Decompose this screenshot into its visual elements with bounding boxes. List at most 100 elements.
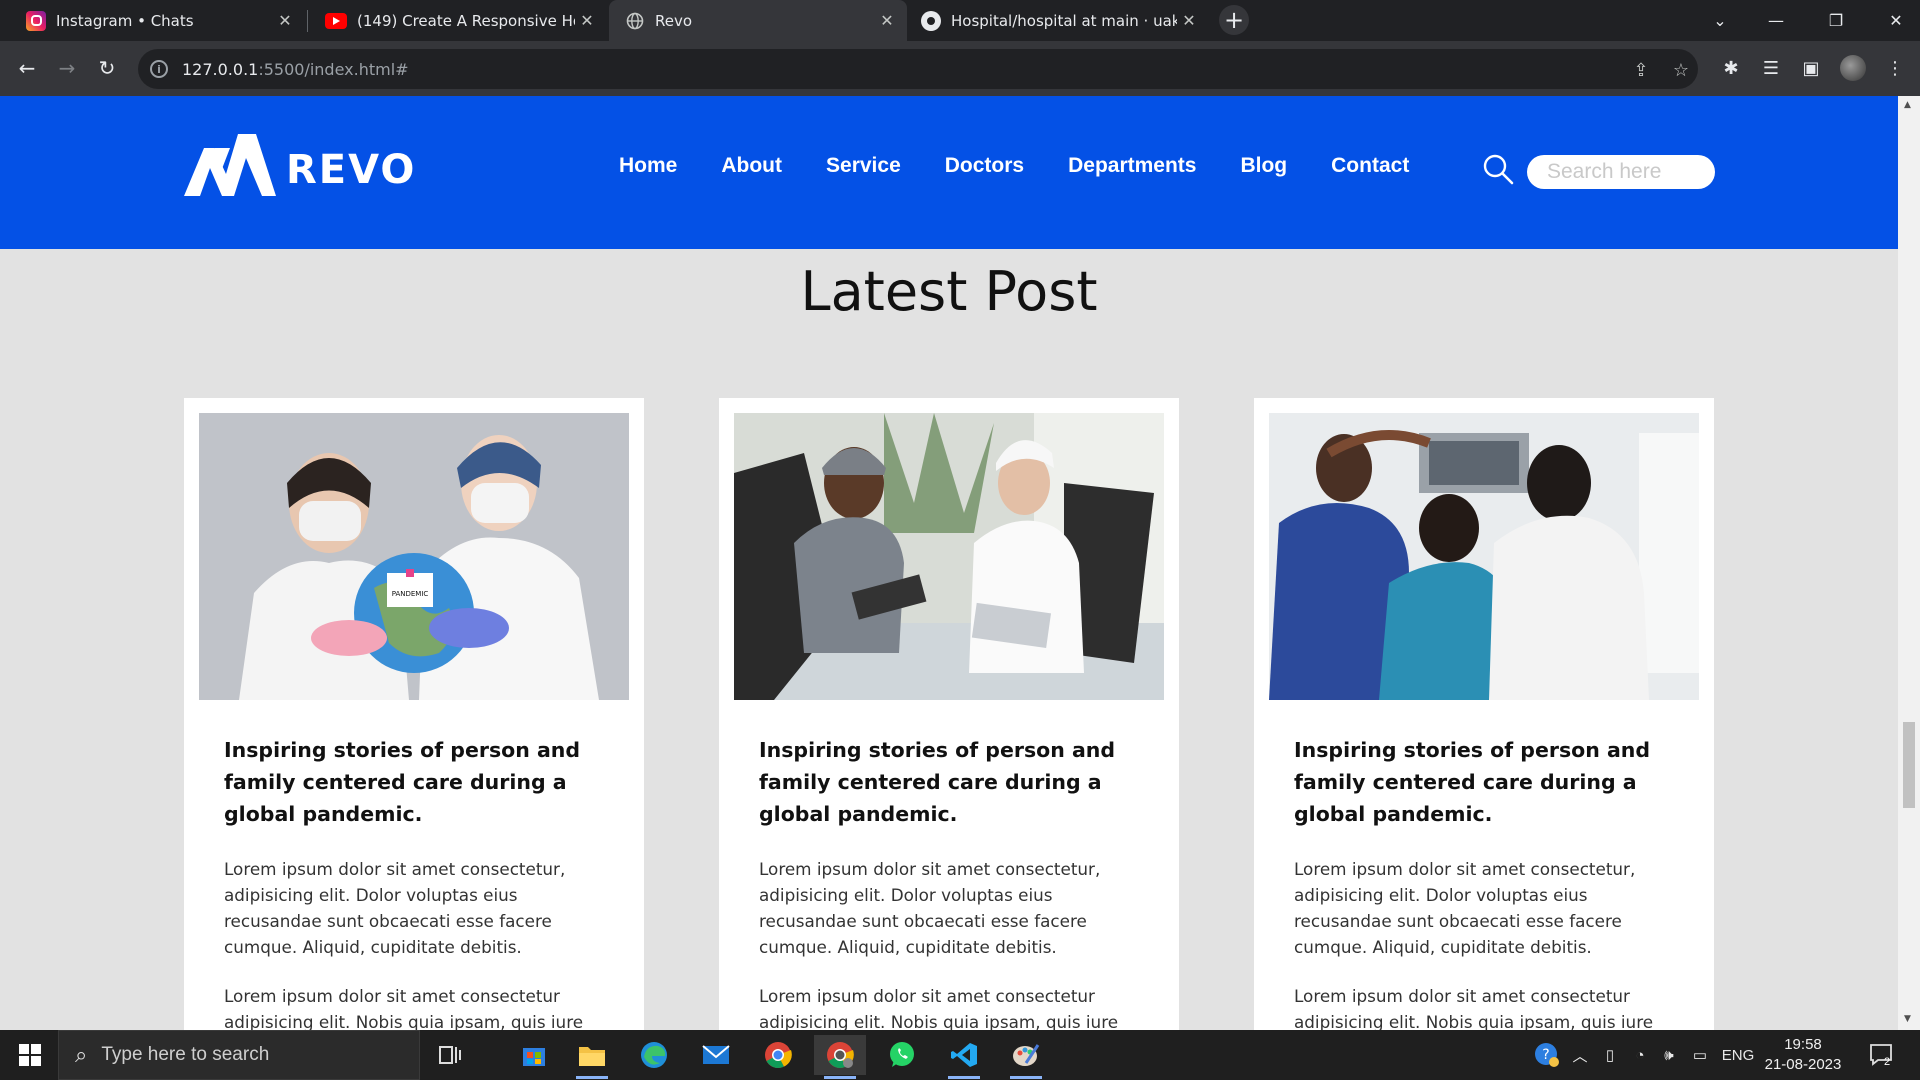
post-excerpt-2: Lorem ipsum dolor sit amet consectetur a… [759,986,1119,1030]
post-image-doctors-xray[interactable] [1269,413,1699,700]
language-indicator[interactable]: ENG [1718,1030,1758,1080]
search-icon: ⌕ [75,1042,88,1068]
tab-youtube[interactable]: (149) Create A Responsive Hospit ✕ [308,0,607,41]
page-viewport: REVO Home About Service Doctors Departme… [0,96,1920,1030]
post-title[interactable]: Inspiring stories of person and family c… [1294,734,1684,830]
post-excerpt-2: Lorem ipsum dolor sit amet consectetur a… [224,986,584,1030]
extensions-puzzle-icon[interactable]: ✱ [1716,53,1746,83]
svg-text:?: ? [1542,1047,1549,1063]
restore-button[interactable]: ❐ [1806,0,1866,41]
whatsapp-icon[interactable] [876,1035,928,1075]
main-nav: Home About Service Doctors Departments B… [619,154,1453,178]
clock-date: 21-08-2023 [1764,1056,1842,1073]
close-tab-icon[interactable]: ✕ [875,11,899,30]
post-title[interactable]: Inspiring stories of person and family c… [759,734,1149,830]
paint-icon[interactable] [1000,1035,1052,1079]
scrollbar-thumb[interactable] [1903,722,1915,808]
address-bar[interactable]: i 127.0.0.1:5500/index.html# ⇪ ☆ [138,49,1698,89]
close-tab-icon[interactable]: ✕ [1177,11,1201,30]
post-image-doctors-meeting[interactable] [734,413,1164,700]
close-window-button[interactable]: ✕ [1866,0,1920,41]
scroll-down-icon[interactable]: ▼ [1904,1014,1911,1024]
page-scrollbar[interactable]: ▲ ▼ [1898,96,1920,1030]
revo-logo-icon [184,134,276,196]
tab-title: Revo [655,11,693,30]
search-icon[interactable] [1482,153,1514,185]
tab-title: (149) Create A Responsive Hospit [357,11,575,30]
network-icon[interactable]: ◔ [1628,1030,1652,1080]
file-explorer-icon[interactable] [566,1035,618,1079]
section-title: Latest Post [800,260,1098,323]
site-logo[interactable]: REVO [184,134,416,206]
side-panel-icon[interactable]: ▣ [1796,53,1826,83]
nav-departments[interactable]: Departments [1068,154,1196,178]
browser-toolbar: ← → ↻ i 127.0.0.1:5500/index.html# ⇪ ☆ ✱… [0,41,1920,96]
show-hidden-icons-chevron-icon[interactable]: ︿ [1568,1030,1592,1080]
post-excerpt-2: Lorem ipsum dolor sit amet consectetur a… [1294,986,1654,1030]
url-text: 127.0.0.1:5500/index.html# [182,59,409,79]
forward-arrow-icon[interactable]: → [52,53,82,83]
taskbar-clock[interactable]: 19:58 21-08-2023 [1760,1035,1846,1075]
svg-text:PANDEMIC: PANDEMIC [392,590,429,598]
taskbar-search-box[interactable]: ⌕ Type here to search [58,1030,420,1080]
post-excerpt: Lorem ipsum dolor sit amet consectetur, … [759,859,1101,957]
instagram-icon [26,10,46,31]
clock-time: 19:58 [1784,1036,1822,1053]
back-arrow-icon[interactable]: ← [12,53,42,83]
post-image-doctors-holding-globe[interactable]: PANDEMIC [199,413,629,700]
help-icon[interactable]: ? [1532,1030,1562,1080]
nav-blog[interactable]: Blog [1240,154,1287,178]
windows-taskbar: ⌕ Type here to search ? ︿ ▯ ◔ 🕪 ▭ ENG 19… [0,1030,1920,1080]
site-header: REVO Home About Service Doctors Departme… [0,96,1898,249]
tab-title: Instagram • Chats [56,11,194,30]
close-tab-icon[interactable]: ✕ [273,11,297,30]
new-tab-button[interactable]: + [1219,5,1249,35]
nav-contact[interactable]: Contact [1331,154,1409,178]
post-excerpt: Lorem ipsum dolor sit amet consectetur, … [224,859,566,957]
nav-about[interactable]: About [721,154,782,178]
tab-search-chevron-icon[interactable]: ⌄ [1690,0,1750,41]
site-info-icon[interactable]: i [150,60,168,78]
globe-icon [625,11,645,31]
menu-kebab-icon[interactable]: ⋮ [1880,53,1910,83]
nav-service[interactable]: Service [826,154,901,178]
reload-icon[interactable]: ↻ [92,53,122,83]
minimize-button[interactable]: — [1746,0,1806,41]
notification-center-icon[interactable]: 2 [1862,1030,1902,1080]
logo-text: REVO [286,147,417,193]
profile-avatar[interactable] [1840,55,1866,81]
battery-icon[interactable]: ▭ [1686,1030,1714,1080]
volume-icon[interactable]: 🕪 [1656,1030,1682,1080]
close-tab-icon[interactable]: ✕ [575,11,599,30]
youtube-icon [325,12,347,29]
notification-count: 2 [1884,1056,1891,1068]
site-search-input[interactable] [1527,155,1715,189]
taskbar-search-placeholder: Type here to search [101,1044,270,1065]
tab-instagram[interactable]: Instagram • Chats ✕ [0,0,305,41]
task-view-icon[interactable] [424,1035,476,1075]
post-card: Inspiring stories of person and family c… [1254,398,1714,1030]
bookmark-star-icon[interactable]: ☆ [1670,59,1692,81]
windows-start-icon[interactable] [10,1038,50,1072]
microsoft-store-icon[interactable] [508,1035,560,1075]
chrome-profile-icon[interactable] [814,1035,866,1079]
tab-title: Hospital/hospital at main · uakas [951,11,1177,30]
post-title[interactable]: Inspiring stories of person and family c… [224,734,614,830]
browser-tab-strip: Instagram • Chats ✕ (149) Create A Respo… [0,0,1920,41]
post-card: PANDEMIC Inspiring stories of person and… [184,398,644,1030]
scroll-up-icon[interactable]: ▲ [1904,100,1911,110]
mail-icon[interactable] [690,1035,742,1075]
edge-icon[interactable] [628,1035,680,1075]
media-control-icon[interactable]: ☰ [1756,53,1786,83]
tab-revo[interactable]: Revo ✕ [609,0,907,41]
post-card: Inspiring stories of person and family c… [719,398,1179,1030]
nav-home[interactable]: Home [619,154,677,178]
tab-github[interactable]: Hospital/hospital at main · uakas ✕ [909,0,1209,41]
post-excerpt: Lorem ipsum dolor sit amet consectetur, … [1294,859,1636,957]
github-icon [921,10,941,31]
vscode-icon[interactable] [938,1035,990,1079]
chrome-icon[interactable] [752,1035,804,1075]
device-icon[interactable]: ▯ [1598,1030,1622,1080]
share-icon[interactable]: ⇪ [1630,59,1652,81]
nav-doctors[interactable]: Doctors [945,154,1024,178]
